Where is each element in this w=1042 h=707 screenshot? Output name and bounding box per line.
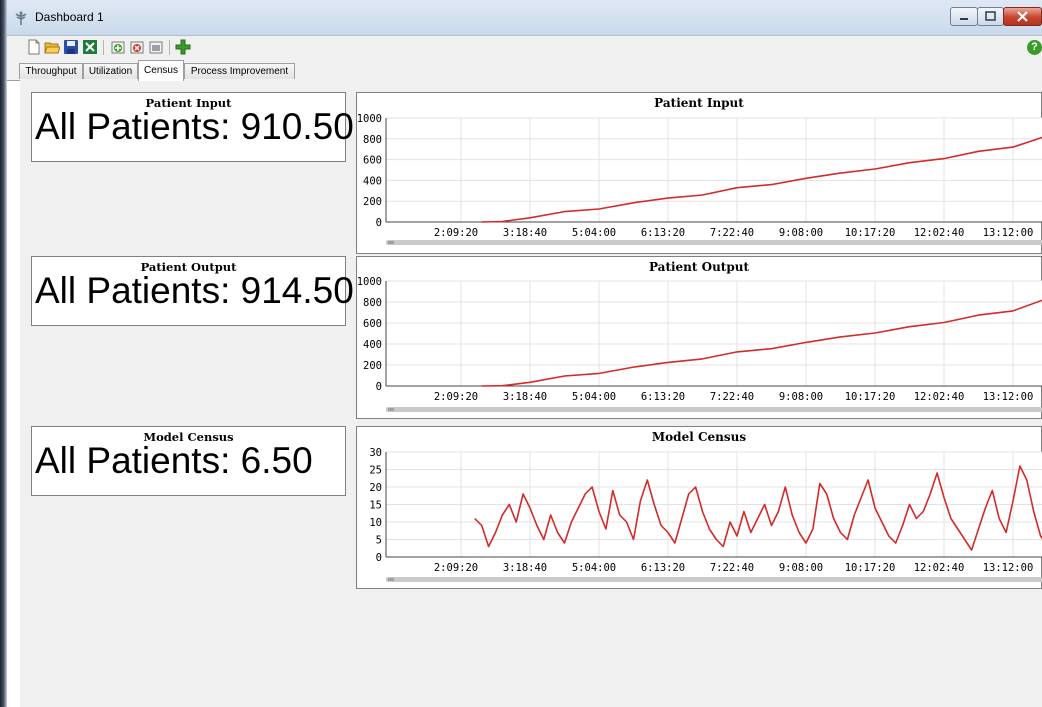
- x-tick-label: 6:13:20: [641, 562, 685, 574]
- maximize-button[interactable]: [977, 7, 1004, 26]
- kpi-value: All Patients: 914.50: [35, 270, 354, 311]
- y-tick-label: 400: [363, 175, 382, 187]
- x-tick-label: 9:08:00: [779, 227, 823, 239]
- x-tick-label: 2:09:20: [434, 391, 478, 403]
- scrollbar-grip: [388, 578, 394, 581]
- tab-census[interactable]: Census: [138, 60, 184, 81]
- y-tick-label: 800: [363, 297, 382, 309]
- x-tick-label: 3:18:40: [503, 391, 547, 403]
- x-tick-label: 2:09:20: [434, 227, 478, 239]
- chart-svg: 0 200 400 600 800 1000 2:09:20 3:18:40 5:04:00 6:…: [357, 276, 1042, 412]
- chart-patient-input: Patient Input 0 200 400 600 800 1000 2:09:20 3:…: [356, 92, 1042, 254]
- y-tick-label: 800: [363, 134, 382, 146]
- help-icon[interactable]: ?: [1027, 40, 1042, 55]
- x-tick-label: 6:13:20: [641, 227, 685, 239]
- close-button[interactable]: [1003, 7, 1042, 26]
- y-tick-label: 10: [369, 517, 382, 529]
- y-tick-label: 600: [363, 318, 382, 330]
- kpi-value: All Patients: 6.50: [35, 440, 313, 481]
- save-icon[interactable]: [63, 39, 79, 55]
- excel-export-icon[interactable]: [82, 39, 98, 55]
- x-tick-label: 6:13:20: [641, 391, 685, 403]
- title-bar[interactable]: [7, 0, 1042, 36]
- scrollbar-grip: [388, 241, 394, 244]
- y-tick-label: 0: [376, 552, 382, 564]
- x-tick-label: 13:12:00: [983, 562, 1034, 574]
- close-icon: [1017, 11, 1028, 22]
- x-tick-label: 7:22:40: [710, 391, 754, 403]
- minimize-button[interactable]: [950, 7, 978, 26]
- x-tick-label: 5:04:00: [572, 562, 616, 574]
- y-tick-label: 15: [369, 500, 382, 512]
- y-tick-label: 30: [369, 447, 382, 459]
- x-tick-label: 2:09:20: [434, 562, 478, 574]
- window-title: Dashboard 1: [35, 10, 104, 24]
- chart-svg: 0 5 10 15 20 25 30 2:09:20 3:18:40 5:04:00 6:13:20…: [369, 447, 1042, 582]
- y-tick-label: 5: [376, 535, 382, 547]
- y-tick-label: 600: [363, 155, 382, 167]
- y-tick-label: 200: [363, 196, 382, 208]
- x-tick-label: 7:22:40: [710, 562, 754, 574]
- toolbar-separator: [169, 40, 170, 55]
- x-tick-label: 3:18:40: [503, 227, 547, 239]
- x-tick-label: 13:12:00: [983, 227, 1034, 239]
- x-tick-label: 13:12:00: [983, 391, 1034, 403]
- chart-patient-output: Patient Output 0 200 400 600 800 1000 2:09:20 3…: [356, 256, 1042, 419]
- tab-throughput[interactable]: Throughput: [19, 63, 83, 79]
- add-view-icon[interactable]: [110, 39, 126, 55]
- x-tick-label: 10:17:20: [845, 391, 896, 403]
- y-tick-label: 25: [369, 465, 382, 477]
- chart-model-census: Model Census 0 5 10 15 20 25 30 2:09:20 3:18:40 5…: [356, 426, 1042, 589]
- tab-utilization[interactable]: Utilization: [83, 63, 138, 79]
- kpi-patient-output: Patient Output All Patients: 914.50: [31, 256, 354, 326]
- kpi-patient-input: Patient Input All Patients: 910.50: [31, 92, 354, 162]
- horizontal-scrollbar: [386, 407, 1042, 412]
- x-tick-label: 10:17:20: [845, 227, 896, 239]
- remove-view-icon[interactable]: [129, 39, 145, 55]
- new-file-icon[interactable]: [26, 39, 42, 55]
- view-properties-icon[interactable]: [148, 39, 164, 55]
- x-tick-label: 5:04:00: [572, 391, 616, 403]
- tab-process-improvement[interactable]: Process Improvement: [184, 63, 295, 79]
- add-chart-icon[interactable]: [175, 39, 191, 55]
- horizontal-scrollbar: [386, 240, 1042, 245]
- horizontal-scrollbar: [386, 577, 1042, 582]
- y-tick-label: 0: [376, 217, 382, 229]
- x-tick-label: 12:02:40: [914, 391, 965, 403]
- x-tick-label: 5:04:00: [572, 227, 616, 239]
- x-tick-label: 12:02:40: [914, 562, 965, 574]
- maximize-icon: [985, 11, 996, 21]
- y-tick-label: 0: [376, 381, 382, 393]
- open-folder-icon[interactable]: [44, 39, 61, 55]
- x-tick-label: 10:17:20: [845, 562, 896, 574]
- x-tick-label: 9:08:00: [779, 391, 823, 403]
- y-tick-label: 400: [363, 339, 382, 351]
- app-icon: [13, 10, 29, 26]
- kpi-model-census: Model Census All Patients: 6.50: [31, 426, 346, 496]
- y-tick-label: 200: [363, 360, 382, 372]
- y-tick-label: 1000: [357, 276, 382, 288]
- y-tick-label: 1000: [357, 113, 382, 125]
- toolbar-separator: [103, 40, 104, 55]
- scrollbar-grip: [388, 408, 394, 411]
- y-tick-label: 20: [369, 482, 382, 494]
- x-tick-label: 7:22:40: [710, 227, 754, 239]
- x-tick-label: 9:08:00: [779, 562, 823, 574]
- kpi-value: All Patients: 910.50: [35, 106, 354, 147]
- x-tick-label: 3:18:40: [503, 562, 547, 574]
- minimize-icon: [960, 18, 968, 20]
- chart-svg: 0 200 400 600 800 1000 2:09:20 3:18:40 5:04:00 6:…: [357, 113, 1042, 245]
- window-left-edge: [0, 0, 7, 707]
- x-tick-label: 12:02:40: [914, 227, 965, 239]
